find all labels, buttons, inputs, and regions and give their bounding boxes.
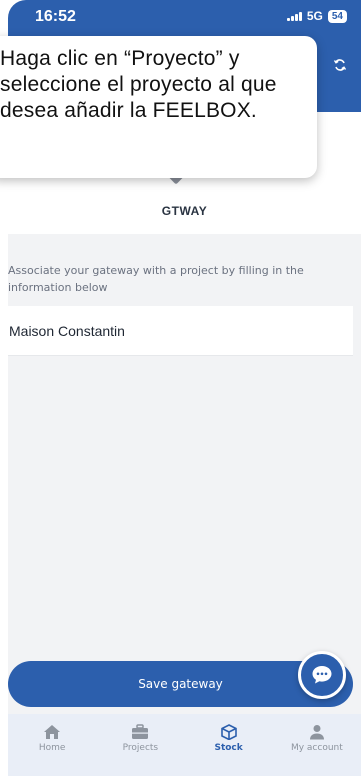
onboarding-tooltip: Haga clic en “Proyecto” y seleccione el … (0, 36, 317, 178)
user-icon (309, 725, 324, 740)
bottom-tab-bar: Home Projects Stock My account (8, 714, 361, 776)
project-select[interactable]: Maison Constantin (8, 306, 353, 356)
tab-home[interactable]: Home (8, 714, 96, 776)
battery-icon: 54 (327, 9, 347, 23)
tab-projects[interactable]: Projects (96, 714, 184, 776)
status-time: 16:52 (35, 8, 76, 25)
status-indicators: 5G 54 (286, 9, 347, 23)
signal-icon (286, 11, 302, 21)
tab-projects-label: Projects (122, 743, 159, 753)
tab-my-account-label: My account (290, 743, 343, 753)
briefcase-icon (132, 724, 149, 739)
home-icon (44, 725, 61, 739)
box-icon (220, 724, 237, 740)
tab-stock[interactable]: Stock (185, 714, 273, 776)
chat-icon (312, 666, 332, 684)
form-helper-text: Associate your gateway with a project by… (8, 264, 304, 294)
sync-icon[interactable] (333, 58, 347, 77)
chat-button[interactable] (298, 651, 346, 699)
tab-my-account[interactable]: My account (273, 714, 361, 776)
device-name: GTWAY (161, 204, 208, 218)
tab-home-label: Home (38, 743, 66, 753)
tab-stock-label: Stock (214, 743, 243, 753)
network-label: 5G (306, 9, 323, 23)
project-select-value: Maison Constantin (9, 322, 125, 339)
